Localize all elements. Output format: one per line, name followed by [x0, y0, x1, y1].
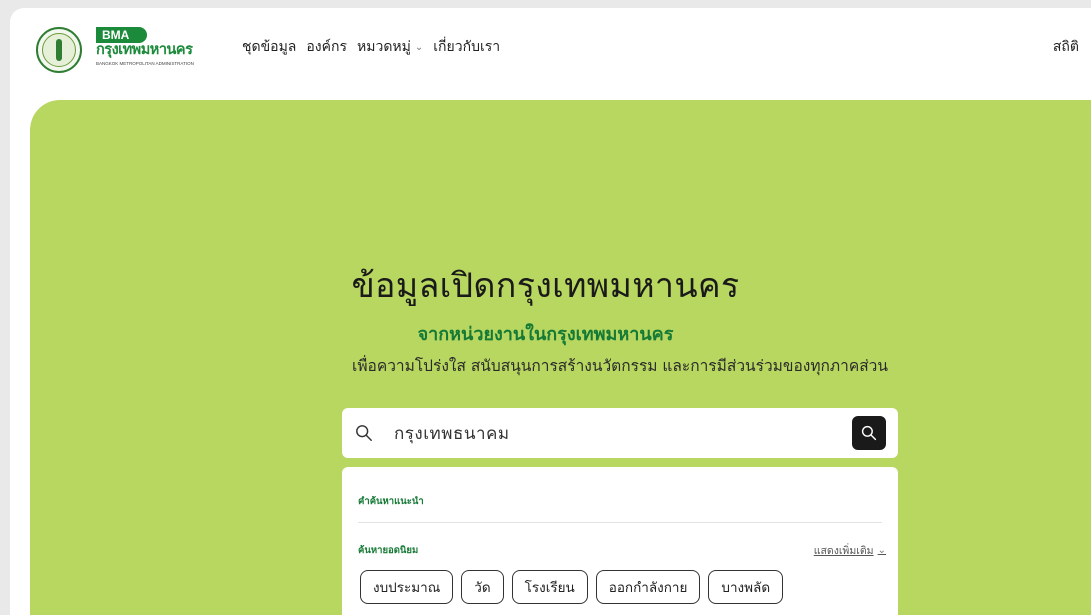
show-more-link[interactable]: แสดงเพิ่มเติม ⌄ — [814, 542, 886, 559]
nav-datasets[interactable]: ชุดข้อมูล — [242, 36, 296, 58]
nav-categories[interactable]: หมวดหมู่ ⌄ — [357, 36, 423, 58]
nav-about[interactable]: เกี่ยวกับเรา — [433, 36, 500, 58]
show-more-label: แสดงเพิ่มเติม — [813, 545, 874, 557]
nav-organizations[interactable]: องค์กร — [306, 36, 347, 58]
search-bar — [342, 408, 898, 458]
top-header: BMA กรุงเทพมหานคร BANGKOK METROPOLITAN A… — [10, 8, 1091, 90]
logo-subtitle: BANGKOK METROPOLITAN ADMINISTRATION — [96, 61, 194, 66]
search-icon — [356, 425, 372, 441]
popular-tags: งบประมาณ วัด โรงเรียน ออกกำลังกาย บางพลั… — [360, 570, 784, 604]
tag-school[interactable]: โรงเรียน — [511, 570, 588, 604]
search-icon — [861, 425, 877, 441]
chevron-down-icon: ⌄ — [414, 41, 424, 53]
hero-description: เพื่อความโปร่งใส สนับสนุนการสร้างนวัตกรร… — [352, 357, 888, 375]
bma-logo[interactable]: BMA กรุงเทพมหานคร BANGKOK METROPOLITAN A… — [36, 26, 218, 74]
divider — [358, 522, 882, 523]
search-input[interactable] — [394, 418, 834, 448]
logo-name: กรุงเทพมหานคร — [96, 42, 193, 58]
tag-exercise[interactable]: ออกกำลังกาย — [595, 570, 701, 604]
tag-bang-phlat[interactable]: บางพลัด — [708, 570, 784, 604]
chevron-down-icon: ⌄ — [877, 545, 886, 556]
search-button[interactable] — [852, 416, 886, 450]
nav-categories-label: หมวดหมู่ — [357, 39, 411, 55]
tag-temple[interactable]: วัด — [461, 570, 504, 604]
popular-searches-label: ค้นหายอดนิยม — [358, 545, 419, 556]
nav-statistics[interactable]: สถิติ — [1053, 36, 1079, 58]
search-suggestions-panel: คำค้นหาแนะนำ ค้นหายอดนิยม แสดงเพิ่มเติม … — [342, 467, 898, 615]
page-title: ข้อมูลเปิดกรุงเทพมหานคร — [351, 266, 740, 306]
tag-budget[interactable]: งบประมาณ — [360, 570, 454, 604]
main-nav: ชุดข้อมูล องค์กร หมวดหมู่ ⌄ เกี่ยวกับเรา — [242, 36, 500, 58]
hero-subtitle: จากหน่วยงานในกรุงเทพมหานคร — [417, 324, 674, 345]
suggested-searches-label: คำค้นหาแนะนำ — [358, 496, 424, 507]
bma-seal-icon — [36, 27, 82, 73]
